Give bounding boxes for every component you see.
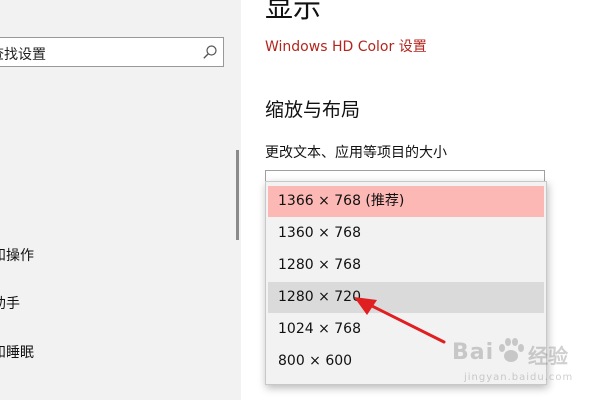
settings-window: 查找设置 和操作 助手 和睡眠 显示 Windows HD Color 设置 缩… <box>0 0 600 400</box>
nav-item-interaction[interactable]: 和操作 <box>0 245 34 265</box>
scale-layout-heading: 缩放与布局 <box>265 99 361 121</box>
settings-nav-panel: 查找设置 和操作 助手 和睡眠 <box>0 0 241 400</box>
hd-color-settings-link[interactable]: Windows HD Color 设置 <box>265 36 427 56</box>
watermark-brand-left: Bai <box>452 340 495 365</box>
text-size-label: 更改文本、应用等项目的大小 <box>265 145 447 161</box>
search-input[interactable]: 查找设置 <box>0 37 224 67</box>
page-title: 显示 <box>265 0 322 24</box>
paw-icon <box>499 338 524 362</box>
search-icon[interactable] <box>202 44 218 60</box>
annotation-arrow <box>354 297 446 344</box>
nav-item-power-sleep[interactable]: 和睡眠 <box>0 342 34 362</box>
watermark-brand-right: 经验 <box>528 344 568 368</box>
nav-item-assistant[interactable]: 助手 <box>0 293 20 313</box>
resolution-option-1280x768[interactable]: 1280 × 768 <box>268 250 544 281</box>
watermark-url: jingyan.baidu.com <box>464 372 574 383</box>
resolution-option-1366x768[interactable]: 1366 × 768 (推荐) <box>268 186 544 217</box>
resolution-option-1360x768[interactable]: 1360 × 768 <box>268 218 544 249</box>
search-input-text: 查找设置 <box>0 47 46 63</box>
nav-scrollbar[interactable] <box>236 150 239 240</box>
baidu-watermark: Bai 经验 jingyan.baidu.com <box>452 328 592 392</box>
